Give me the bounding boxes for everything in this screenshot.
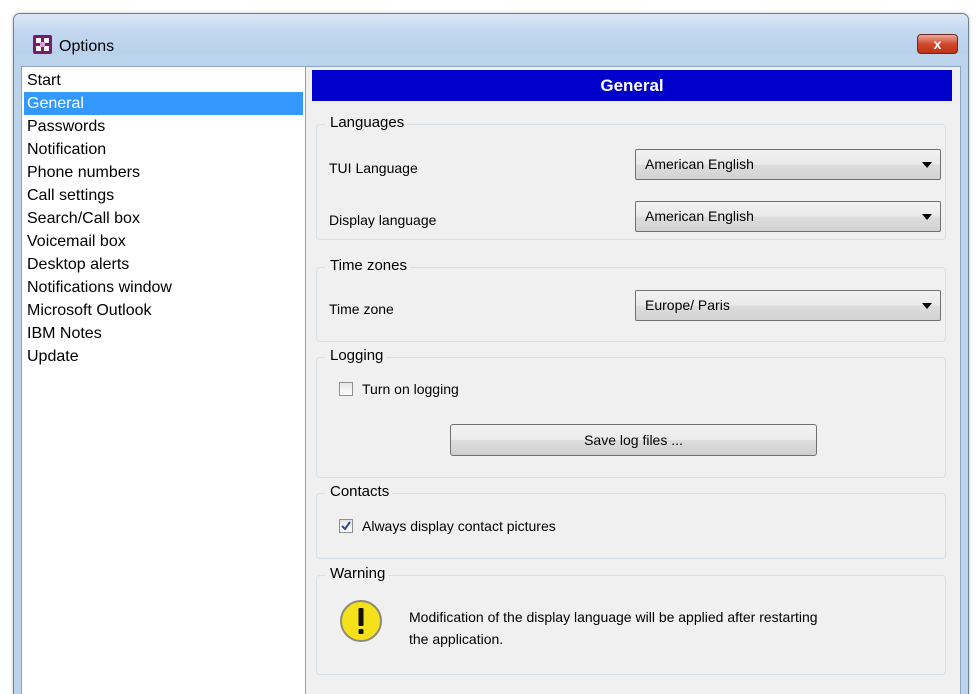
chevron-down-icon — [922, 303, 932, 309]
display-language-select[interactable]: American English — [635, 201, 941, 232]
logging-group: Logging Turn on logging Save log files .… — [316, 347, 946, 478]
warning-icon — [340, 600, 382, 642]
time-zone-label: Time zone — [329, 301, 394, 317]
logging-legend: Logging — [325, 347, 387, 364]
time-zone-value: Europe/ Paris — [645, 297, 730, 313]
warning-group: Warning Modification of the display lang… — [316, 565, 946, 675]
save-log-files-button[interactable]: Save log files ... — [450, 424, 817, 456]
sidebar-item-call-settings[interactable]: Call settings — [24, 184, 303, 207]
display-language-value: American English — [645, 208, 754, 224]
sidebar-item-ibm-notes[interactable]: IBM Notes — [24, 322, 303, 345]
dialog-client-area: Start General Passwords Notification Pho… — [21, 66, 961, 694]
sidebar-item-phone-numbers[interactable]: Phone numbers — [24, 161, 303, 184]
display-language-label: Display language — [329, 212, 437, 228]
tui-language-value: American English — [645, 156, 754, 172]
time-zones-legend: Time zones — [325, 257, 410, 274]
sidebar-item-passwords[interactable]: Passwords — [24, 115, 303, 138]
sidebar-item-desktop-alerts[interactable]: Desktop alerts — [24, 253, 303, 276]
app-icon — [33, 35, 52, 54]
time-zone-select[interactable]: Europe/ Paris — [635, 290, 941, 321]
close-icon: x — [933, 36, 942, 52]
contacts-group: Contacts Always display contact pictures — [316, 483, 946, 559]
sidebar-item-start[interactable]: Start — [24, 69, 303, 92]
languages-legend: Languages — [325, 114, 408, 131]
options-sidebar: Start General Passwords Notification Pho… — [22, 67, 306, 694]
warning-message-line-1: Modification of the display language wil… — [409, 609, 818, 625]
languages-group: Languages TUI Language American English … — [316, 114, 946, 240]
chevron-down-icon — [922, 162, 932, 168]
checkmark-icon — [341, 521, 351, 531]
display-contact-pictures-checkbox[interactable] — [339, 519, 353, 533]
sidebar-item-notifications-window[interactable]: Notifications window — [24, 276, 303, 299]
options-window: Options x Start General Passwords Notifi… — [13, 13, 969, 694]
settings-panel: General Languages TUI Language American … — [312, 67, 960, 694]
page-title: General — [312, 70, 952, 101]
warning-legend: Warning — [325, 565, 389, 582]
turn-on-logging-label[interactable]: Turn on logging — [362, 381, 459, 397]
warning-message-line-2: the application. — [409, 631, 504, 647]
sidebar-item-voicemail-box[interactable]: Voicemail box — [24, 230, 303, 253]
sidebar-item-update[interactable]: Update — [24, 345, 303, 368]
window-title: Options — [59, 38, 115, 55]
tui-language-select[interactable]: American English — [635, 149, 941, 180]
warning-message: Modification of the display language wil… — [409, 606, 929, 650]
sidebar-item-notification[interactable]: Notification — [24, 138, 303, 161]
turn-on-logging-checkbox[interactable] — [339, 382, 353, 396]
time-zones-group: Time zones Time zone Europe/ Paris — [316, 257, 946, 342]
sidebar-item-general[interactable]: General — [24, 92, 303, 115]
close-button[interactable]: x — [917, 34, 958, 54]
title-bar[interactable]: Options x — [14, 14, 968, 55]
sidebar-item-search-call-box[interactable]: Search/Call box — [24, 207, 303, 230]
sidebar-item-microsoft-outlook[interactable]: Microsoft Outlook — [24, 299, 303, 322]
chevron-down-icon — [922, 214, 932, 220]
display-contact-pictures-label[interactable]: Always display contact pictures — [362, 518, 556, 534]
contacts-legend: Contacts — [325, 483, 393, 500]
tui-language-label: TUI Language — [329, 160, 418, 176]
